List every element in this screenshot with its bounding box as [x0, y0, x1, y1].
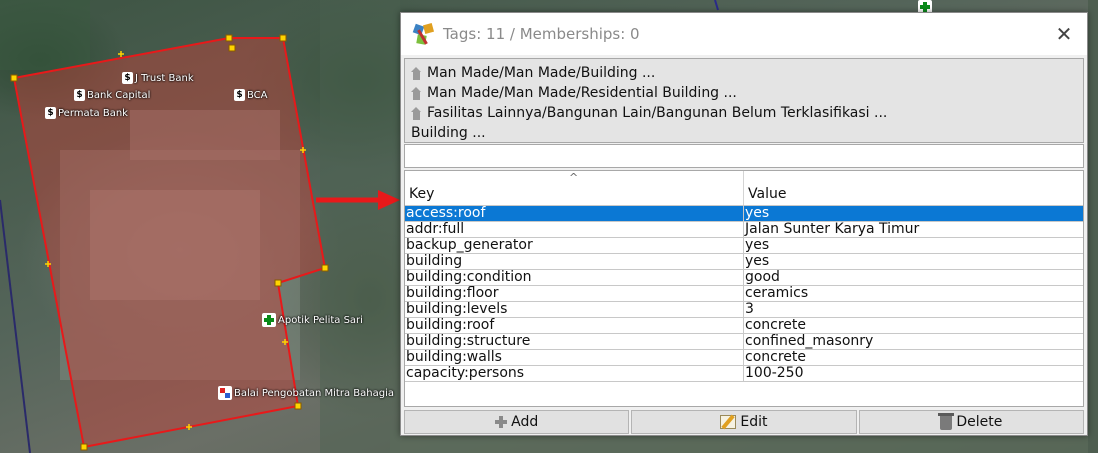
- table-row[interactable]: access:roof yes: [405, 206, 1083, 222]
- table-row[interactable]: building:walls concrete: [405, 350, 1083, 366]
- bank-icon: $: [45, 107, 56, 119]
- poi-j-trust-bank[interactable]: $ J Trust Bank: [122, 72, 194, 84]
- tag-value[interactable]: Jalan Sunter Karya Timur: [744, 222, 1083, 237]
- dialog-title: Tags: 11 / Memberships: 0: [443, 25, 640, 43]
- tag-value[interactable]: 3: [744, 302, 1083, 317]
- tag-key[interactable]: backup_generator: [405, 238, 744, 253]
- column-header-value[interactable]: Value: [744, 171, 1083, 205]
- tag-editor-dialog: Tags: 11 / Memberships: 0 ✕ Man Made/Man…: [400, 12, 1088, 436]
- table-row[interactable]: backup_generator yes: [405, 238, 1083, 254]
- tag-key[interactable]: building:floor: [405, 286, 744, 301]
- close-icon[interactable]: ✕: [1053, 23, 1075, 45]
- poi-permata-bank[interactable]: $ Permata Bank: [45, 107, 128, 119]
- poi-bca[interactable]: $ BCA: [234, 89, 268, 101]
- clinic-icon: [218, 386, 232, 400]
- tag-value[interactable]: yes: [744, 254, 1083, 269]
- sort-indicator-icon[interactable]: ^: [569, 171, 578, 184]
- tag-value[interactable]: concrete: [744, 318, 1083, 333]
- tag-value[interactable]: ceramics: [744, 286, 1083, 301]
- trash-icon: [938, 412, 955, 430]
- house-icon: [411, 106, 422, 120]
- app-logo-icon: [412, 22, 435, 45]
- tag-key[interactable]: building:structure: [405, 334, 744, 349]
- edit-button[interactable]: Edit: [631, 410, 857, 434]
- tag-key[interactable]: building: [405, 254, 744, 269]
- tag-filter-input[interactable]: [404, 144, 1084, 168]
- table-row[interactable]: building:floor ceramics: [405, 286, 1083, 302]
- plus-icon: [495, 416, 508, 428]
- tag-value[interactable]: 100-250: [744, 366, 1083, 381]
- table-header: ^ Key Value: [405, 171, 1083, 206]
- bank-icon: $: [74, 89, 85, 101]
- house-icon: [411, 86, 422, 100]
- preset-list: Man Made/Man Made/Building ... Man Made/…: [404, 58, 1084, 143]
- preset-link[interactable]: Fasilitas Lainnya/Bangunan Lain/Bangunan…: [405, 103, 1083, 123]
- tag-key[interactable]: building:condition: [405, 270, 744, 285]
- table-row[interactable]: addr:full Jalan Sunter Karya Timur: [405, 222, 1083, 238]
- pharmacy-icon: [262, 313, 276, 327]
- house-icon: [411, 66, 422, 80]
- table-body: access:roof yes addr:full Jalan Sunter K…: [405, 206, 1083, 382]
- tag-value[interactable]: concrete: [744, 350, 1083, 365]
- delete-button[interactable]: Delete: [858, 410, 1084, 434]
- table-row[interactable]: capacity:persons 100-250: [405, 366, 1083, 382]
- tag-value[interactable]: confined_masonry: [744, 334, 1083, 349]
- table-row[interactable]: building yes: [405, 254, 1083, 270]
- bank-icon: $: [234, 89, 245, 101]
- bank-icon: $: [122, 72, 133, 84]
- preset-link[interactable]: Man Made/Man Made/Residential Building .…: [405, 83, 1083, 103]
- poi-balai-pengobatan[interactable]: Balai Pengobatan Mitra Bahagia: [218, 386, 394, 400]
- add-button[interactable]: Add: [404, 410, 630, 434]
- table-row[interactable]: building:levels 3: [405, 302, 1083, 318]
- table-row[interactable]: building:condition good: [405, 270, 1083, 286]
- tag-value[interactable]: yes: [744, 206, 1083, 221]
- poi-apotik-pelita-sari[interactable]: Apotik Pelita Sari: [262, 313, 363, 327]
- tag-key[interactable]: building:levels: [405, 302, 744, 317]
- preset-link[interactable]: Man Made/Man Made/Building ...: [405, 63, 1083, 83]
- tag-key[interactable]: building:roof: [405, 318, 744, 333]
- tag-value[interactable]: good: [744, 270, 1083, 285]
- preset-link[interactable]: Building ...: [405, 123, 1083, 143]
- tag-table[interactable]: ^ Key Value access:roof yes addr:full Ja…: [404, 170, 1084, 407]
- poi-bank-capital[interactable]: $ Bank Capital: [74, 89, 150, 101]
- tag-key[interactable]: capacity:persons: [405, 366, 744, 381]
- table-row[interactable]: building:structure confined_masonry: [405, 334, 1083, 350]
- tag-value[interactable]: yes: [744, 238, 1083, 253]
- table-row[interactable]: building:roof concrete: [405, 318, 1083, 334]
- tag-key[interactable]: addr:full: [405, 222, 744, 237]
- dialog-titlebar[interactable]: Tags: 11 / Memberships: 0 ✕: [401, 13, 1087, 55]
- edit-icon: [720, 415, 737, 429]
- button-bar: Add Edit Delete: [404, 410, 1084, 434]
- tag-key[interactable]: access:roof: [405, 206, 744, 221]
- tag-key[interactable]: building:walls: [405, 350, 744, 365]
